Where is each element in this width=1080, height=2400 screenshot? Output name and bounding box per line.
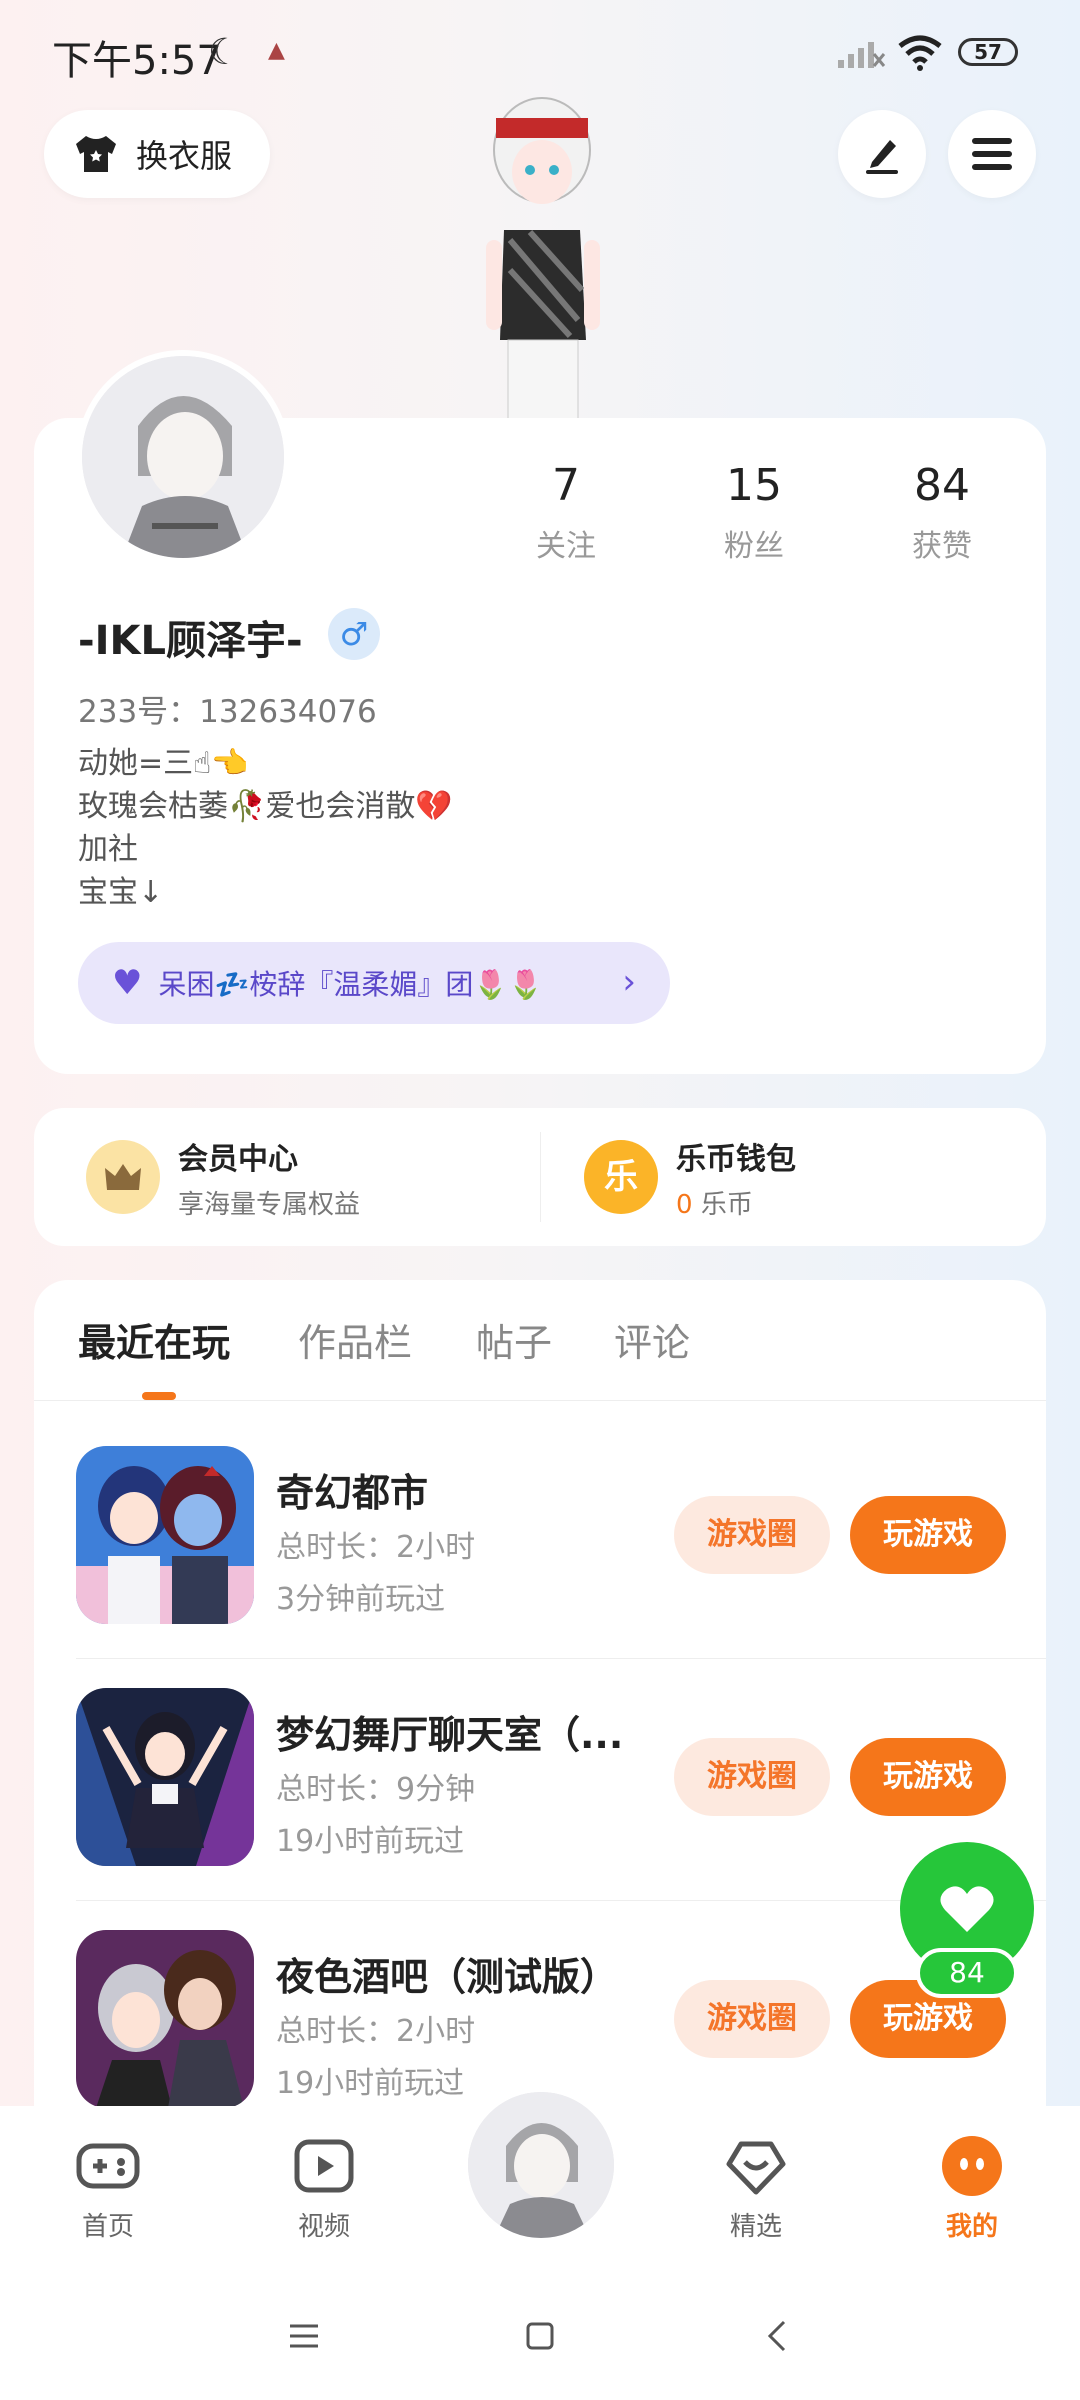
club-name: 呆困💤桉辞『温柔媚』团🌷🌷 bbox=[158, 968, 544, 1001]
heart-icon bbox=[940, 1886, 994, 1932]
notification-icon: ▲ bbox=[268, 38, 285, 63]
wallet[interactable]: 乐 乐币钱包 0 乐币 bbox=[584, 1140, 796, 1220]
nav-home[interactable]: 首页 bbox=[48, 2134, 168, 2243]
tab-posts[interactable]: 帖子 bbox=[476, 1312, 552, 1367]
vip-center[interactable]: 会员中心 享海量专属权益 bbox=[86, 1140, 360, 1220]
gamepad-icon bbox=[76, 2143, 140, 2189]
nav-mine[interactable]: 我的 bbox=[912, 2134, 1032, 2243]
stat-likes[interactable]: 84 获赞 bbox=[862, 460, 1022, 565]
nav-video[interactable]: 视频 bbox=[264, 2134, 384, 2243]
avatar-image bbox=[82, 356, 284, 558]
nav-mine-label: 我的 bbox=[945, 2212, 998, 2242]
user-id[interactable]: 233号：132634076 bbox=[78, 686, 377, 731]
vip-subtitle: 享海量专属权益 bbox=[178, 1189, 361, 1220]
game-duration: 总时长：2小时 bbox=[276, 1530, 476, 1565]
game-circle-button[interactable]: 游戏圈 bbox=[674, 1980, 830, 2058]
nav-featured[interactable]: 精选 bbox=[696, 2134, 816, 2243]
pencil-icon bbox=[866, 140, 898, 174]
avatar[interactable] bbox=[76, 350, 290, 564]
profile-face-icon bbox=[942, 2136, 1002, 2196]
stat-fans-label: 粉丝 bbox=[724, 529, 784, 564]
edit-button[interactable] bbox=[838, 110, 926, 198]
bio: 动她=三☝👈 玫瑰会枯萎🥀爱也会消散💔 加社 宝宝↓ bbox=[78, 742, 453, 914]
status-time: 下午5:57 bbox=[52, 38, 222, 84]
game-thumbnail bbox=[76, 1688, 254, 1866]
wifi-icon bbox=[898, 35, 942, 71]
wallet-unit: 乐币 bbox=[700, 1189, 753, 1220]
moon-icon: ☾ bbox=[208, 32, 241, 73]
heart-box-icon bbox=[726, 2141, 786, 2195]
coin-icon: 乐 bbox=[584, 1140, 658, 1214]
bio-line: 动她=三☝👈 bbox=[78, 746, 249, 781]
vip-title: 会员中心 bbox=[178, 1141, 298, 1177]
game-thumbnail bbox=[76, 1446, 254, 1624]
username: -IKL顾泽宇- bbox=[78, 618, 303, 664]
game-last-played: 3分钟前玩过 bbox=[276, 1582, 446, 1617]
stat-fans[interactable]: 15 粉丝 bbox=[674, 460, 834, 565]
home-icon[interactable] bbox=[520, 2316, 560, 2356]
play-game-button[interactable]: 玩游戏 bbox=[850, 1496, 1006, 1574]
club-link[interactable]: ♥ 呆困💤桉辞『温柔媚』团🌷🌷 › bbox=[78, 942, 670, 1024]
center-avatar-button[interactable] bbox=[462, 2086, 620, 2244]
stat-likes-label: 获赞 bbox=[912, 529, 972, 564]
game-thumbnail bbox=[76, 1930, 254, 2108]
nav-video-label: 视频 bbox=[297, 2212, 350, 2242]
game-row[interactable]: 奇幻都市 总时长：2小时 3分钟前玩过 游戏圈 玩游戏 bbox=[34, 1446, 1046, 1688]
battery-indicator: 57 bbox=[958, 38, 1018, 66]
game-name: 梦幻舞厅聊天室（... bbox=[276, 1713, 624, 1757]
signal-icon bbox=[838, 42, 886, 68]
stat-following[interactable]: 7 关注 bbox=[486, 460, 646, 565]
game-circle-button[interactable]: 游戏圈 bbox=[674, 1738, 830, 1816]
play-game-button[interactable]: 玩游戏 bbox=[850, 1738, 1006, 1816]
menu-icon bbox=[972, 138, 1012, 170]
heart-icon: ♥ bbox=[112, 963, 143, 1003]
member-card: 会员中心 享海量专属权益 乐 乐币钱包 0 乐币 bbox=[34, 1108, 1046, 1246]
back-icon[interactable] bbox=[758, 2316, 798, 2356]
recent-apps-icon[interactable] bbox=[284, 2316, 324, 2356]
game-last-played: 19小时前玩过 bbox=[276, 1824, 465, 1859]
game-duration: 总时长：9分钟 bbox=[276, 1772, 476, 1807]
tab-indicator bbox=[142, 1392, 176, 1400]
wallet-balance: 0 乐币 bbox=[676, 1184, 796, 1221]
wallet-title: 乐币钱包 bbox=[676, 1141, 796, 1177]
stat-likes-value: 84 bbox=[914, 460, 970, 511]
game-name: 奇幻都市 bbox=[276, 1471, 429, 1515]
wardrobe-label: 换衣服 bbox=[136, 137, 233, 175]
nav-featured-label: 精选 bbox=[729, 2212, 782, 2242]
bio-line: 宝宝↓ bbox=[78, 875, 164, 910]
wardrobe-button[interactable]: 换衣服 bbox=[44, 110, 270, 198]
tab-comments[interactable]: 评论 bbox=[614, 1312, 690, 1367]
tab-works[interactable]: 作品栏 bbox=[298, 1312, 412, 1367]
game-last-played: 19小时前玩过 bbox=[276, 2066, 465, 2101]
avatar-figure[interactable] bbox=[460, 90, 620, 420]
divider bbox=[540, 1132, 541, 1222]
chevron-right-icon: › bbox=[622, 962, 636, 1002]
game-duration: 总时长：2小时 bbox=[276, 2014, 476, 2049]
tshirt-icon bbox=[76, 136, 116, 172]
game-name: 夜色酒吧（测试版） bbox=[276, 1955, 619, 1999]
menu-button[interactable] bbox=[948, 110, 1036, 198]
divider bbox=[76, 1658, 1046, 1659]
bio-line: 加社 bbox=[78, 832, 138, 867]
stat-fans-value: 15 bbox=[726, 460, 782, 511]
tab-recent[interactable]: 最近在玩 bbox=[78, 1312, 230, 1367]
wallet-amount: 0 bbox=[676, 1189, 693, 1220]
game-row[interactable]: 梦幻舞厅聊天室（... 总时长：9分钟 19小时前玩过 游戏圈 玩游戏 bbox=[34, 1688, 1046, 1930]
like-count: 84 bbox=[916, 1948, 1018, 1998]
video-icon bbox=[294, 2139, 354, 2193]
avatar-image bbox=[468, 2092, 614, 2238]
divider bbox=[34, 1400, 1046, 1401]
stat-following-value: 7 bbox=[552, 460, 580, 511]
stat-following-label: 关注 bbox=[536, 529, 596, 564]
nav-home-label: 首页 bbox=[81, 2212, 134, 2242]
game-circle-button[interactable]: 游戏圈 bbox=[674, 1496, 830, 1574]
crown-icon bbox=[86, 1140, 160, 1214]
gender-male-icon: ♂ bbox=[328, 608, 380, 660]
bio-line: 玫瑰会枯萎🥀爱也会消散💔 bbox=[78, 789, 453, 824]
